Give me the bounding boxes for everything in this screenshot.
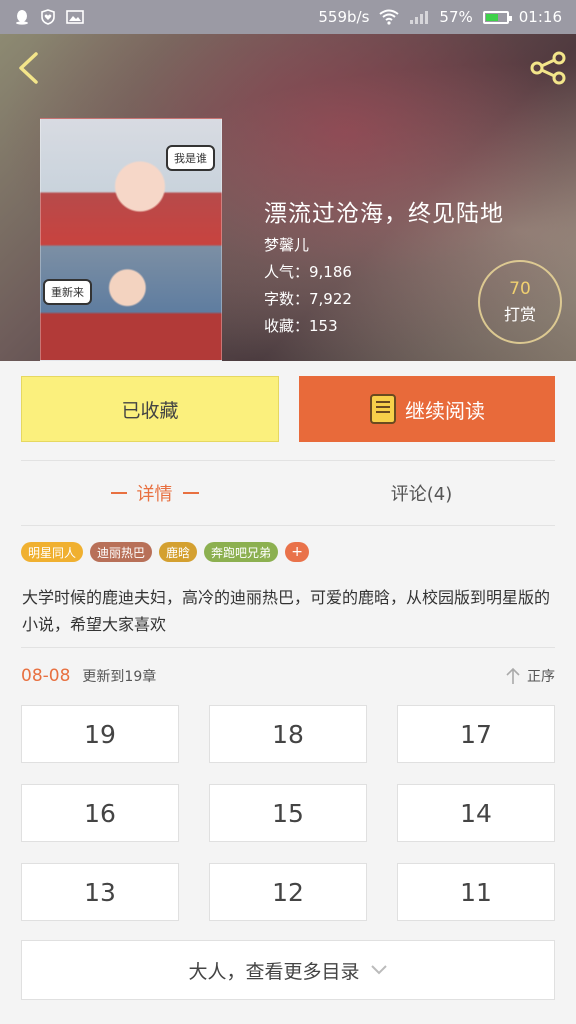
reward-button[interactable]: 70 打赏	[478, 260, 562, 344]
book-icon	[370, 394, 396, 424]
book-word-count: 字数：7,922	[264, 290, 352, 308]
chapter-button[interactable]: 11	[397, 863, 555, 921]
more-chapters-label: 大人，查看更多目录	[188, 960, 360, 983]
chapter-button[interactable]: 15	[209, 784, 367, 842]
book-cover: 我是谁 重新来	[40, 118, 222, 361]
continue-reading-button[interactable]: 继续阅读	[299, 376, 555, 442]
book-description: 大学时候的鹿迪夫妇，高冷的迪丽热巴，可爱的鹿晗，从校园版到明星版的小说，希望大家…	[22, 588, 551, 634]
heart-shield-icon	[40, 9, 56, 25]
clock: 01:16	[518, 8, 562, 26]
collected-button[interactable]: 已收藏	[21, 376, 279, 442]
image-icon	[66, 9, 84, 25]
tab-bar: 详情 评论(4)	[21, 460, 555, 526]
tag-chip[interactable]: 明星同人	[21, 542, 84, 562]
action-bar: 已收藏 继续阅读	[21, 376, 555, 442]
tab-dash	[110, 492, 127, 494]
chapter-button[interactable]: 18	[209, 705, 367, 763]
chapter-button[interactable]: 17	[397, 705, 555, 763]
share-button[interactable]	[528, 48, 568, 88]
tab-comments[interactable]: 评论(4)	[288, 461, 555, 525]
update-row: 08-08 更新到19章 正序	[21, 660, 555, 692]
book-popularity: 人气：9,186	[264, 263, 352, 281]
collected-label: 已收藏	[121, 399, 179, 422]
battery-percent: 57%	[439, 8, 473, 26]
tab-details-label: 详情	[136, 484, 173, 505]
reward-label: 打赏	[503, 305, 536, 324]
qq-icon	[14, 9, 30, 25]
tag-chip[interactable]: 迪丽热巴	[90, 542, 153, 562]
reward-count: 70	[509, 279, 531, 299]
cover-sticker: 重新来	[43, 279, 92, 305]
update-text: 更新到19章	[82, 669, 157, 685]
chapter-button[interactable]: 19	[21, 705, 179, 763]
book-header: 我是谁 重新来 漂流过沧海，终见陆地 梦馨儿 人气：9,186 字数：7,922…	[0, 34, 576, 361]
chapter-grid: 19 18 17 16 15 14 13 12 11	[21, 705, 555, 921]
divider	[21, 647, 555, 648]
sort-order-label: 正序	[527, 669, 555, 685]
net-speed: 559b/s	[318, 8, 370, 26]
chevron-down-icon	[370, 965, 387, 975]
arrow-up-icon	[506, 667, 520, 684]
tab-dash	[182, 492, 199, 494]
tag-chip[interactable]: 奔跑吧兄弟	[204, 542, 279, 562]
more-chapters-button[interactable]: 大人，查看更多目录	[21, 940, 555, 1000]
tag-list: 明星同人 迪丽热巴 鹿晗 奔跑吧兄弟 +	[21, 542, 310, 562]
chevron-left-icon	[19, 52, 38, 84]
add-tag-button[interactable]: +	[285, 542, 310, 562]
chapter-button[interactable]: 13	[21, 863, 179, 921]
tab-comments-label: 评论(4)	[390, 484, 453, 505]
tag-chip[interactable]: 鹿晗	[159, 542, 198, 562]
continue-reading-label: 继续阅读	[405, 398, 485, 423]
update-date: 08-08	[21, 666, 71, 686]
share-icon	[530, 51, 566, 85]
plus-icon: +	[291, 544, 303, 560]
cover-sticker: 我是谁	[166, 145, 215, 171]
chapter-button[interactable]: 12	[209, 863, 367, 921]
chapter-button[interactable]: 14	[397, 784, 555, 842]
chapter-button[interactable]: 16	[21, 784, 179, 842]
tab-details[interactable]: 详情	[21, 461, 288, 525]
book-favorites: 收藏：153	[264, 317, 338, 335]
sort-order-button[interactable]: 正序	[505, 666, 555, 686]
book-author: 梦馨儿	[264, 236, 310, 254]
status-bar: 559b/s 57% 01:16	[0, 0, 576, 34]
signal-icon	[409, 9, 429, 25]
book-title: 漂流过沧海，终见陆地	[264, 201, 504, 227]
back-button[interactable]	[10, 50, 46, 86]
battery-icon	[482, 10, 512, 24]
wifi-icon	[379, 9, 400, 25]
book-meta: 梦馨儿 人气：9,186 字数：7,922 收藏：153	[264, 232, 352, 340]
